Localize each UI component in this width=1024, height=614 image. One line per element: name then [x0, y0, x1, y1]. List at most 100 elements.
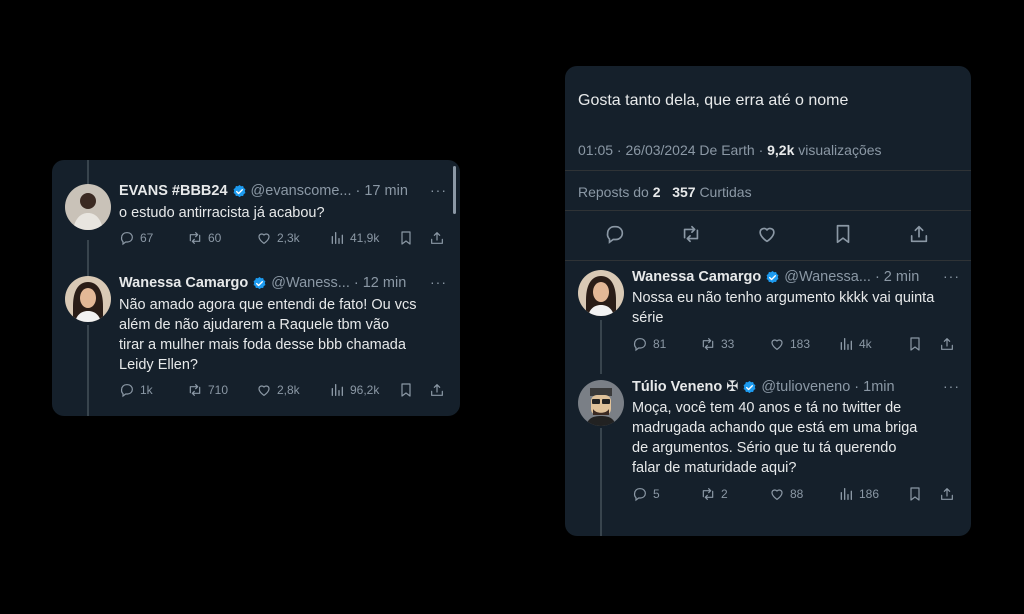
- tweet-header: Wanessa Camargo @Wanessa... · 2 min: [632, 268, 919, 286]
- reply-count: 1k: [140, 383, 153, 397]
- share-button[interactable]: [429, 382, 445, 398]
- share-button[interactable]: [939, 336, 955, 352]
- view-count: 9,2k: [767, 142, 795, 158]
- repost-button[interactable]: 710: [187, 382, 228, 398]
- more-options-icon[interactable]: ···: [430, 274, 447, 290]
- tweet-text: Não amado agora que entendi de fato! Ou …: [119, 295, 416, 375]
- timestamp[interactable]: · 2 min: [875, 268, 919, 286]
- like-button[interactable]: 2,3k: [256, 230, 300, 246]
- bookmark-button[interactable]: [907, 336, 923, 352]
- views-button[interactable]: 41,9k: [329, 230, 379, 246]
- reply-button[interactable]: 81: [632, 336, 666, 352]
- repost-count: 2: [652, 184, 661, 200]
- tweet-text-line: de argumentos. Sério que tu tá querendo: [632, 440, 897, 456]
- like-button[interactable]: 88: [769, 486, 803, 502]
- likes-link[interactable]: 357 Curtidas: [672, 184, 751, 200]
- share-icon: [939, 486, 955, 502]
- reply-button[interactable]: 1k: [119, 382, 153, 398]
- bookmark-button[interactable]: [907, 486, 923, 502]
- like-icon: [769, 336, 785, 352]
- tweet-text-line: Não amado agora que entendi de fato! Ou …: [119, 297, 417, 313]
- tweet[interactable]: Wanessa Camargo @Wanessa... · 2 min ··· …: [565, 262, 971, 368]
- tweet-text: o estudo antirracista já acabou?: [119, 205, 325, 221]
- tweet[interactable]: EVANS #BBB24 @evanscome... · 17 min ··· …: [52, 160, 460, 270]
- tweet[interactable]: Túlio Veneno ✠ @tulioveneno · 1min ··· M…: [565, 372, 971, 522]
- reposts-link[interactable]: Reposts do 2: [578, 184, 661, 200]
- bookmark-icon: [398, 230, 414, 246]
- reply-icon: [119, 230, 135, 246]
- more-options-icon[interactable]: ···: [943, 378, 960, 394]
- like-icon[interactable]: [756, 223, 778, 245]
- like-icon: [256, 382, 272, 398]
- repost-icon: [187, 382, 203, 398]
- bookmark-icon[interactable]: [832, 223, 854, 245]
- tweet-text: Nossa eu não tenho argumento kkkk vai qu…: [632, 288, 934, 328]
- repost-button[interactable]: 60: [187, 230, 221, 246]
- divider: [565, 210, 971, 211]
- left-thread-card: EVANS #BBB24 @evanscome... · 17 min ··· …: [52, 160, 460, 416]
- avatar[interactable]: [578, 380, 624, 426]
- more-options-icon[interactable]: ···: [430, 182, 447, 198]
- repost-count: 2: [721, 487, 728, 501]
- like-count: 2,3k: [277, 231, 300, 245]
- avatar[interactable]: [65, 184, 111, 230]
- share-icon[interactable]: [908, 223, 930, 245]
- tweet-actions: 67 60 2,3k 41,9k: [119, 230, 449, 250]
- right-thread-card: Gosta tanto dela, que erra até o nome 01…: [565, 66, 971, 536]
- views-button[interactable]: 186: [838, 486, 879, 502]
- timestamp[interactable]: · 17 min: [356, 182, 408, 200]
- verified-badge-icon: [232, 184, 247, 199]
- repost-icon[interactable]: [680, 223, 702, 245]
- view-count: 41,9k: [350, 231, 380, 245]
- likes-label: Curtidas: [699, 184, 752, 200]
- display-name[interactable]: EVANS #BBB24: [119, 182, 228, 200]
- reposts-label: Reposts do: [578, 184, 649, 200]
- more-options-icon[interactable]: ···: [943, 268, 960, 284]
- tweet-header: Túlio Veneno ✠ @tulioveneno · 1min: [632, 378, 895, 396]
- tweet-header: EVANS #BBB24 @evanscome... · 17 min: [119, 182, 408, 200]
- handle[interactable]: @Wanessa...: [784, 268, 871, 286]
- like-icon: [256, 230, 272, 246]
- tweet-text: Moça, você tem 40 anos e tá no twitter d…: [632, 398, 917, 478]
- timestamp[interactable]: · 1min: [854, 378, 894, 396]
- bookmark-icon: [398, 382, 414, 398]
- reply-count: 5: [653, 487, 660, 501]
- divider: [565, 260, 971, 261]
- bookmark-button[interactable]: [398, 230, 414, 246]
- like-count: 183: [790, 337, 811, 351]
- views-button[interactable]: 96,2k: [329, 382, 379, 398]
- tweet-meta: 01:05 · 26/03/2024 De Earth · 9,2k visua…: [578, 142, 882, 158]
- handle[interactable]: @Waness...: [271, 274, 350, 292]
- view-count: 96,2k: [350, 383, 380, 397]
- reply-icon[interactable]: [604, 223, 626, 245]
- tweet-date[interactable]: 01:05 · 26/03/2024 De Earth ·: [578, 142, 763, 158]
- views-label: visualizações: [798, 142, 882, 158]
- like-button[interactable]: 183: [769, 336, 810, 352]
- repost-icon: [187, 230, 203, 246]
- tweet-header: Wanessa Camargo @Waness... · 12 min: [119, 274, 406, 292]
- like-button[interactable]: 2,8k: [256, 382, 300, 398]
- reply-button[interactable]: 5: [632, 486, 660, 502]
- handle[interactable]: @tulioveneno: [761, 378, 850, 396]
- repost-icon: [700, 486, 716, 502]
- display-name[interactable]: Wanessa Camargo: [119, 274, 248, 292]
- views-button[interactable]: 4k: [838, 336, 872, 352]
- repost-count: 60: [208, 231, 222, 245]
- display-name[interactable]: Wanessa Camargo: [632, 268, 761, 286]
- like-icon: [769, 486, 785, 502]
- avatar[interactable]: [65, 276, 111, 322]
- display-name[interactable]: Túlio Veneno: [632, 378, 722, 396]
- timestamp[interactable]: · 12 min: [354, 274, 406, 292]
- avatar[interactable]: [578, 270, 624, 316]
- like-count: 357: [672, 184, 696, 200]
- repost-button[interactable]: 33: [700, 336, 734, 352]
- verified-badge-icon: [765, 270, 780, 285]
- handle[interactable]: @evanscome...: [251, 182, 352, 200]
- share-button[interactable]: [939, 486, 955, 502]
- share-icon: [939, 336, 955, 352]
- repost-button[interactable]: 2: [700, 486, 728, 502]
- share-button[interactable]: [429, 230, 445, 246]
- reply-button[interactable]: 67: [119, 230, 153, 246]
- bookmark-button[interactable]: [398, 382, 414, 398]
- tweet[interactable]: Wanessa Camargo @Waness... · 12 min ··· …: [52, 270, 460, 416]
